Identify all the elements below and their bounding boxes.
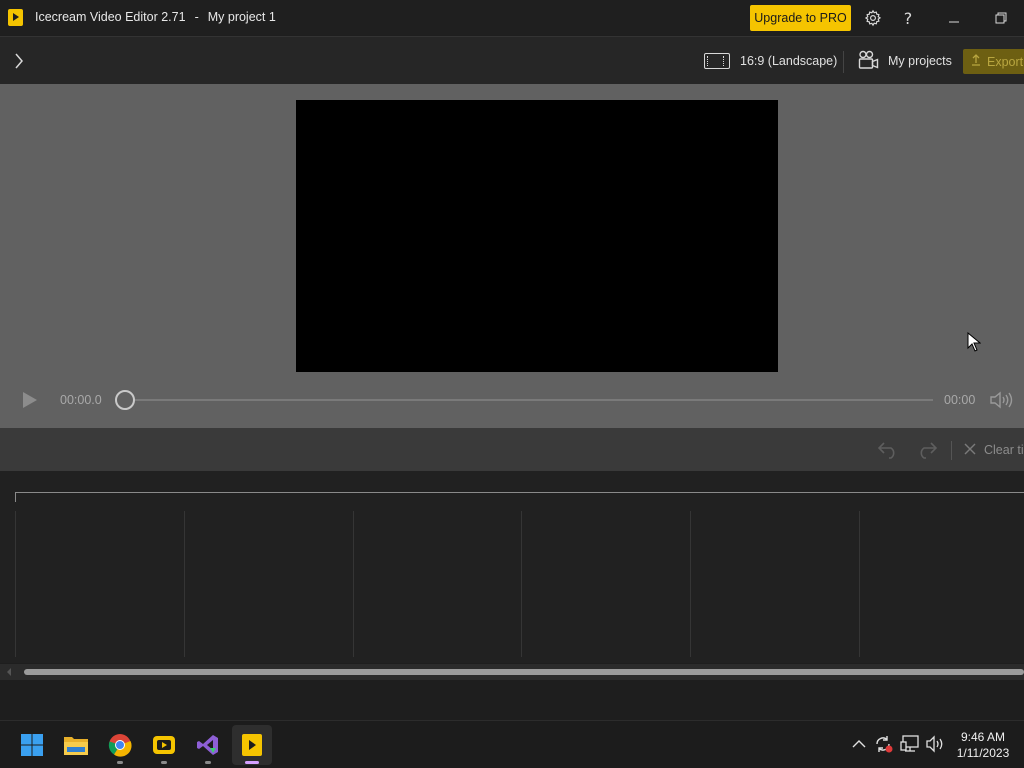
- windows-taskbar: 9:46 AM 1/11/2023: [0, 720, 1024, 768]
- icecream-video-editor-icon[interactable]: [232, 725, 272, 765]
- show-hidden-icons-chevron-icon[interactable]: [848, 733, 870, 755]
- my-projects-button[interactable]: My projects: [858, 49, 952, 73]
- google-chrome-icon[interactable]: [100, 725, 140, 765]
- restore-button[interactable]: [978, 0, 1024, 35]
- scroll-left-arrow-icon[interactable]: [7, 668, 11, 676]
- screen-recorder-icon[interactable]: [144, 725, 184, 765]
- timeline-grid-line: [15, 511, 16, 657]
- visual-studio-icon[interactable]: [188, 725, 228, 765]
- app-logo-icon: [8, 9, 23, 26]
- redo-icon[interactable]: [915, 438, 939, 462]
- edit-toolbar: Clear ti: [0, 428, 1024, 471]
- running-indicator: [161, 761, 167, 764]
- timeline-grid-line: [859, 511, 860, 657]
- timeline-scrollbar[interactable]: [0, 664, 1024, 680]
- app-name: Icecream Video Editor 2.71: [35, 10, 186, 24]
- clock-date: 1/11/2023: [956, 746, 1010, 760]
- video-preview-canvas: [296, 100, 778, 372]
- timeline-ruler-start: [15, 492, 16, 502]
- clear-timeline-label: Clear ti: [984, 443, 1024, 457]
- preview-area: 00:00.0 00:00: [0, 84, 1024, 428]
- system-clock[interactable]: 9:46 AM 1/11/2023: [950, 729, 1016, 761]
- edit-divider: [951, 441, 952, 460]
- aspect-ratio-icon: [704, 53, 730, 69]
- title-bar: Icecream Video Editor 2.71- My project 1 …: [0, 0, 1024, 35]
- sync-alert-icon[interactable]: [872, 733, 894, 755]
- help-icon[interactable]: ?: [897, 7, 919, 29]
- my-projects-label: My projects: [888, 54, 952, 68]
- timeline-ruler: [16, 492, 1024, 493]
- export-button[interactable]: Export: [963, 49, 1024, 74]
- undo-icon[interactable]: [876, 438, 900, 462]
- clear-timeline-button[interactable]: Clear ti: [964, 442, 1024, 458]
- speaker-volume-icon[interactable]: [924, 733, 946, 755]
- total-time: 00:00: [944, 393, 976, 407]
- film-camera-icon: [858, 50, 879, 73]
- mouse-cursor-icon: [967, 331, 982, 357]
- timeline-grid-line: [690, 511, 691, 657]
- volume-icon[interactable]: [988, 388, 1016, 412]
- file-explorer-icon[interactable]: [56, 725, 96, 765]
- aspect-ratio-button[interactable]: 16:9 (Landscape): [704, 49, 837, 73]
- toolbar-divider: [843, 51, 844, 73]
- export-label: Export: [987, 54, 1024, 69]
- aspect-ratio-label: 16:9 (Landscape): [740, 54, 838, 68]
- expand-sidebar-chevron-icon[interactable]: [8, 49, 30, 73]
- seek-knob[interactable]: [115, 390, 135, 410]
- running-indicator: [245, 761, 259, 764]
- clock-time: 9:46 AM: [960, 730, 1006, 744]
- timeline-grid-line: [521, 511, 522, 657]
- top-toolbar: 16:9 (Landscape) My projects Export: [0, 36, 1024, 84]
- play-button[interactable]: [18, 389, 40, 411]
- project-name: My project 1: [207, 10, 276, 24]
- timeline[interactable]: [0, 471, 1024, 663]
- svg-text:?: ?: [904, 9, 913, 27]
- timeline-grid-line: [353, 511, 354, 657]
- title-separator: -: [194, 10, 199, 24]
- windows-start-icon[interactable]: [12, 725, 52, 765]
- seek-bar[interactable]: [125, 399, 933, 401]
- settings-gear-icon[interactable]: [862, 7, 884, 29]
- running-indicator: [205, 761, 211, 764]
- network-icon[interactable]: [899, 733, 921, 755]
- close-icon: [964, 443, 976, 458]
- bottom-strip: [0, 680, 1024, 720]
- scroll-thumb[interactable]: [24, 669, 1024, 675]
- upgrade-to-pro-button[interactable]: Upgrade to PRO: [750, 5, 851, 31]
- minimize-button[interactable]: [931, 0, 977, 35]
- window-title: Icecream Video Editor 2.71- My project 1: [35, 10, 276, 24]
- current-time: 00:00.0: [60, 393, 102, 407]
- timeline-grid-line: [184, 511, 185, 657]
- running-indicator: [117, 761, 123, 764]
- export-arrow-icon: [971, 54, 981, 69]
